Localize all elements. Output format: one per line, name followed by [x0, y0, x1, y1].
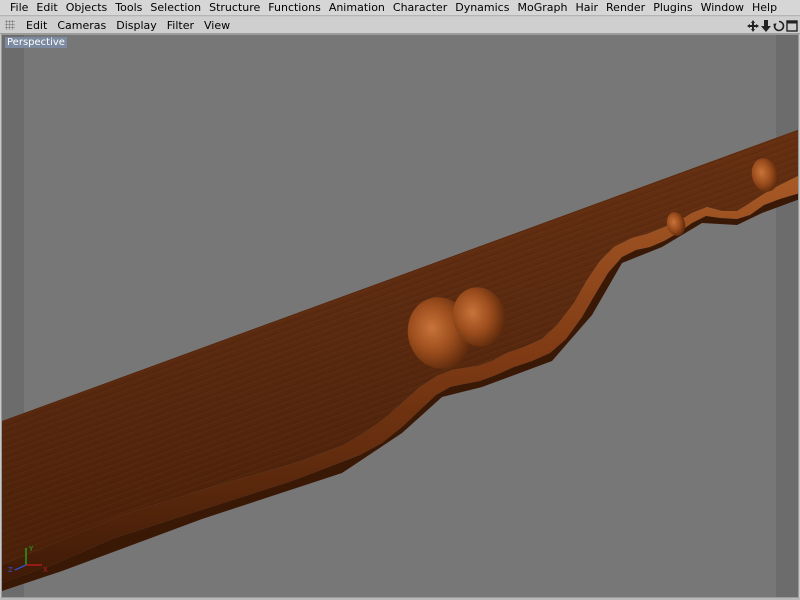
- toolbar-grip-icon[interactable]: [5, 20, 15, 30]
- menu-character[interactable]: Character: [389, 0, 451, 16]
- menu-window[interactable]: Window: [697, 0, 748, 16]
- rotate-view-icon[interactable]: [773, 19, 785, 32]
- perspective-viewport[interactable]: Perspective Y X Z: [1, 34, 799, 598]
- menu-plugins[interactable]: Plugins: [649, 0, 696, 16]
- menu-hair[interactable]: Hair: [571, 0, 602, 16]
- viewport-menu-display[interactable]: Display: [111, 17, 162, 34]
- viewport-menu-view[interactable]: View: [199, 17, 235, 34]
- menu-tools[interactable]: Tools: [111, 0, 146, 16]
- menu-objects[interactable]: Objects: [62, 0, 112, 16]
- menu-render[interactable]: Render: [602, 0, 649, 16]
- world-axis-gizmo-icon: Y X Z: [8, 545, 48, 573]
- viewport-camera-label[interactable]: Perspective: [5, 37, 67, 48]
- menu-functions[interactable]: Functions: [264, 0, 325, 16]
- maximize-view-icon[interactable]: [786, 19, 798, 32]
- viewport-menu-cameras[interactable]: Cameras: [52, 17, 111, 34]
- menu-animation[interactable]: Animation: [325, 0, 389, 16]
- menu-selection[interactable]: Selection: [146, 0, 205, 16]
- dolly-view-icon[interactable]: [760, 19, 772, 32]
- axis-z-label: Z: [8, 566, 13, 573]
- wooden-molding-model: [2, 129, 798, 591]
- axis-x-label: X: [43, 566, 48, 573]
- menu-structure[interactable]: Structure: [205, 0, 264, 16]
- viewport-menubar: Edit Cameras Display Filter View: [0, 17, 800, 34]
- axis-y-label: Y: [28, 545, 34, 553]
- menu-file[interactable]: File: [6, 0, 32, 16]
- menu-mograph[interactable]: MoGraph: [513, 0, 571, 16]
- main-menubar: File Edit Objects Tools Selection Struct…: [0, 0, 800, 16]
- viewport-menu-filter[interactable]: Filter: [162, 17, 199, 34]
- viewport-nav-icons: [747, 17, 798, 34]
- menu-edit[interactable]: Edit: [32, 0, 61, 16]
- menu-dynamics[interactable]: Dynamics: [451, 0, 513, 16]
- move-view-icon[interactable]: [747, 19, 759, 32]
- menu-help[interactable]: Help: [748, 0, 781, 16]
- viewport-menu-edit[interactable]: Edit: [21, 17, 52, 34]
